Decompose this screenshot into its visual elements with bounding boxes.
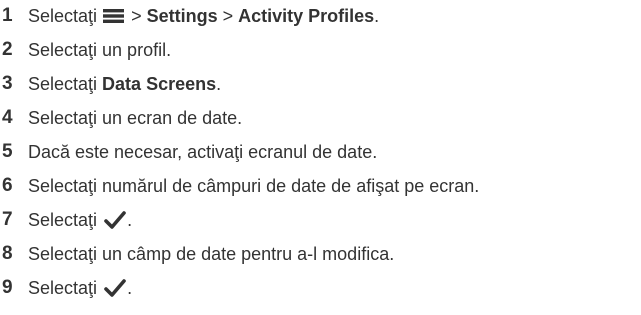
step-text: Selectaţi > Settings > Activity Profiles…	[28, 6, 380, 26]
step-number: 5	[2, 141, 13, 162]
checkmark-icon	[104, 211, 126, 229]
menu-icon	[103, 9, 125, 23]
step-number: 2	[2, 39, 13, 60]
step-1: 1 Selectaţi > Settings > Activity Profil…	[0, 2, 641, 30]
step-9: 9 Selectaţi .	[0, 274, 641, 302]
step-number: 4	[2, 107, 13, 128]
checkmark-icon	[104, 279, 126, 297]
step-text: Selectaţi un ecran de date.	[28, 108, 243, 128]
step-8: 8 Selectaţi un câmp de date pentru a-l m…	[0, 240, 641, 268]
step-text: Selectaţi Data Screens.	[28, 74, 222, 94]
step-number: 9	[2, 277, 13, 298]
step-number: 1	[2, 5, 13, 26]
step-6: 6 Selectaţi numărul de câmpuri de date d…	[0, 172, 641, 200]
step-number: 6	[2, 175, 13, 196]
step-number: 8	[2, 243, 13, 264]
step-2: 2 Selectaţi un profil.	[0, 36, 641, 64]
step-text: Dacă este necesar, activaţi ecranul de d…	[28, 142, 378, 162]
step-number: 7	[2, 209, 13, 230]
step-7: 7 Selectaţi .	[0, 206, 641, 234]
step-4: 4 Selectaţi un ecran de date.	[0, 104, 641, 132]
step-text: Selectaţi un câmp de date pentru a-l mod…	[28, 244, 395, 264]
step-text: Selectaţi .	[28, 278, 133, 298]
step-3: 3 Selectaţi Data Screens.	[0, 70, 641, 98]
step-number: 3	[2, 73, 13, 94]
step-5: 5 Dacă este necesar, activaţi ecranul de…	[0, 138, 641, 166]
step-text: Selectaţi numărul de câmpuri de date de …	[28, 176, 480, 196]
step-text: Selectaţi .	[28, 210, 133, 230]
step-text: Selectaţi un profil.	[28, 40, 172, 60]
